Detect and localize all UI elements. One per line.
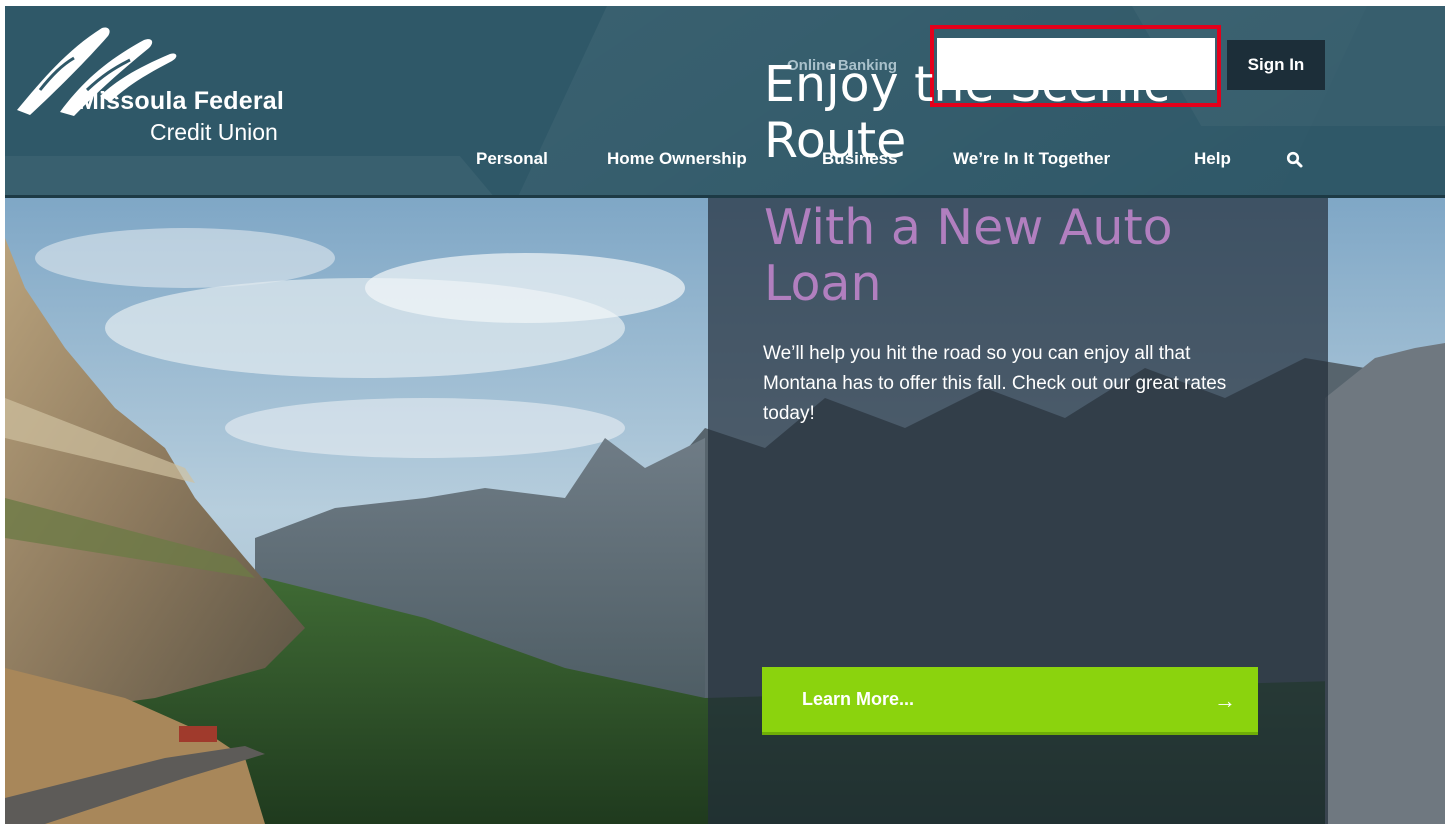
logo-name[interactable]: Missoula Federal	[78, 87, 284, 116]
header-decoration	[5, 156, 511, 196]
hero-headline: Enjoy the Scenic Route	[764, 57, 1304, 169]
arrow-right-icon: →	[1214, 688, 1236, 713]
learn-more-button[interactable]: Learn More... →	[762, 667, 1258, 735]
hero-headline-line-2: Route	[764, 112, 907, 169]
hero-subheadline-line-2: Loan	[764, 255, 882, 312]
hero-subheadline-line-1: With a New Auto	[764, 199, 1173, 256]
learn-more-label: Learn More...	[802, 689, 915, 709]
hero-subheadline: With a New Auto Loan	[764, 200, 1304, 312]
hero-headline-line-1: Enjoy the Scenic	[764, 56, 1170, 113]
logo-subtitle[interactable]: Credit Union	[150, 119, 278, 146]
nav-item-personal[interactable]: Personal	[476, 149, 548, 169]
hero-body-text: We’ll help you hit the road so you can e…	[763, 343, 1227, 424]
nav-item-home-ownership[interactable]: Home Ownership	[607, 149, 747, 169]
